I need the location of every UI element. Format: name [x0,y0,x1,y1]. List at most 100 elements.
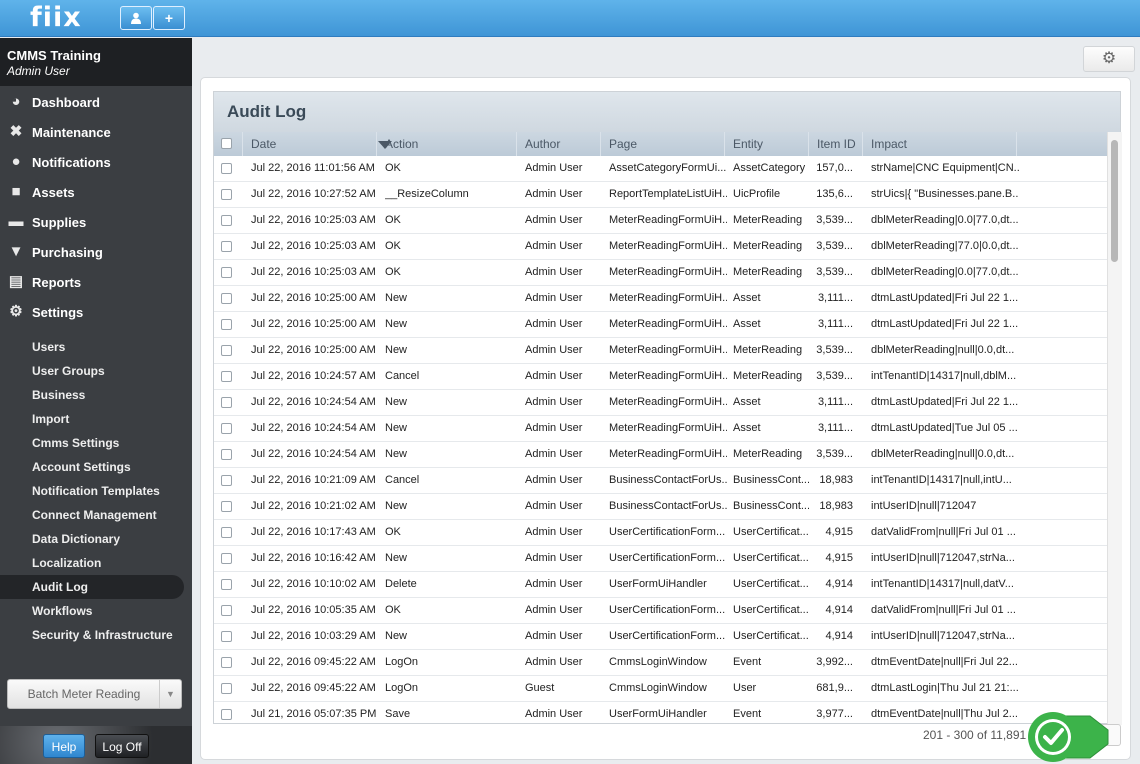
row-checkbox[interactable] [221,241,232,252]
row-checkbox[interactable] [221,475,232,486]
sidebar-item-label: Settings [32,304,84,320]
column-header-author[interactable]: Author [517,132,601,156]
add-button[interactable]: + [153,6,185,30]
table-row[interactable]: Jul 22, 2016 10:25:00 AM New Admin User Met… [214,338,1107,364]
fiix-logo[interactable]: fiix [30,2,82,33]
cell-author: Admin User [525,188,583,200]
row-checkbox[interactable] [221,215,232,226]
sidebar-item-workflows[interactable]: Workflows [0,599,184,623]
row-checkbox[interactable] [221,449,232,460]
cell-impact: intUserID|null|712047 [871,500,977,512]
vertical-scrollbar[interactable] [1107,132,1122,725]
row-checkbox[interactable] [221,267,232,278]
cell-impact: dtmEventDate|null|Thu Jul 2... [871,708,1018,720]
table-row[interactable]: Jul 22, 2016 10:25:03 AM OK Admin User Mete… [214,260,1107,286]
sidebar-item-import[interactable]: Import [0,407,184,431]
sidebar-item-settings[interactable]: ⚙ Settings [0,297,192,327]
table-row[interactable]: Jul 22, 2016 11:01:56 AM OK Admin User Asse… [214,156,1107,182]
table-row[interactable]: Jul 22, 2016 10:05:35 AM OK Admin User User… [214,598,1107,624]
cell-author: Admin User [525,396,583,408]
row-checkbox[interactable] [221,709,232,720]
table-row[interactable]: Jul 22, 2016 10:27:52 AM __ResizeColumn Ad… [214,182,1107,208]
user-profile-button[interactable] [120,6,152,30]
scrollbar-thumb[interactable] [1111,140,1118,262]
row-checkbox[interactable] [221,319,232,330]
sidebar-item-data-dictionary[interactable]: Data Dictionary [0,527,184,551]
row-checkbox[interactable] [221,189,232,200]
sidebar-item-maintenance[interactable]: ✖ Maintenance [0,117,192,147]
batch-meter-reading-button[interactable]: Batch Meter Reading ▼ [7,679,182,709]
sidebar-item-reports[interactable]: ▤ Reports [0,267,192,297]
row-checkbox[interactable] [221,345,232,356]
row-checkbox[interactable] [221,683,232,694]
row-checkbox[interactable] [221,631,232,642]
row-checkbox[interactable] [221,527,232,538]
sidebar-item-notification-templates[interactable]: Notification Templates [0,479,184,503]
row-checkbox[interactable] [221,605,232,616]
column-header-entity[interactable]: Entity [725,132,809,156]
table-row[interactable]: Jul 22, 2016 10:25:03 AM OK Admin User Mete… [214,208,1107,234]
row-checkbox[interactable] [221,163,232,174]
column-header-impact[interactable]: Impact [863,132,1017,156]
table-row[interactable]: Jul 22, 2016 10:10:02 AM Delete Admin User… [214,572,1107,598]
sidebar-item-purchasing[interactable]: ▼ Purchasing [0,237,192,267]
cell-entity: UserCertificat... [733,526,809,538]
table-row[interactable]: Jul 22, 2016 10:24:54 AM New Admin User Met… [214,416,1107,442]
sidebar-item-business[interactable]: Business [0,383,184,407]
table-row[interactable]: Jul 22, 2016 10:25:00 AM New Admin User Met… [214,312,1107,338]
sidebar-item-cmms-settings[interactable]: Cmms Settings [0,431,184,455]
cell-entity: MeterReading [733,448,803,460]
row-checkbox[interactable] [221,579,232,590]
sidebar-item-assets[interactable]: ■ Assets [0,177,192,207]
row-checkbox[interactable] [221,657,232,668]
sidebar-item-audit-log[interactable]: Audit Log [0,575,184,599]
chevron-down-icon[interactable]: ▼ [159,680,181,708]
sidebar-item-supplies[interactable]: ▬ Supplies [0,207,192,237]
column-header-action[interactable]: Action [377,132,517,156]
cell-impact: dblMeterReading|null|0.0,dt... [871,448,1015,460]
row-checkbox[interactable] [221,501,232,512]
table-row[interactable]: Jul 22, 2016 10:03:29 AM New Admin User Use… [214,624,1107,650]
cell-action: New [385,422,408,434]
row-checkbox[interactable] [221,371,232,382]
log-off-button[interactable]: Log Off [95,734,149,758]
sidebar-item-connect-management[interactable]: Connect Management [0,503,184,527]
column-header-item-id[interactable]: Item ID [809,132,863,156]
row-checkbox[interactable] [221,397,232,408]
cell-page: CmmsLoginWindow [609,682,707,694]
column-header-date[interactable]: Date [243,132,392,156]
row-checkbox[interactable] [221,553,232,564]
cell-entity: Event [733,656,762,668]
cell-item-id: 4,915 [825,526,853,538]
check-badge-icon[interactable] [1028,710,1118,764]
table-row[interactable]: Jul 22, 2016 09:45:22 AM LogOn Admin User C… [214,650,1107,676]
sidebar-item-account-settings[interactable]: Account Settings [0,455,184,479]
table-row[interactable]: Jul 21, 2016 05:07:35 PM Save Admin User Us… [214,702,1107,725]
sidebar-item-users[interactable]: Users [0,335,184,359]
sidebar-item-user-groups[interactable]: User Groups [0,359,184,383]
table-row[interactable]: Jul 22, 2016 09:45:22 AM LogOn Guest CmmsLo… [214,676,1107,702]
cell-date: Jul 22, 2016 10:25:03 AM [251,240,376,252]
column-header-page[interactable]: Page [601,132,725,156]
sidebar-item-localization[interactable]: Localization [0,551,184,575]
cell-action: OK [385,162,401,174]
table-row[interactable]: Jul 22, 2016 10:24:54 AM New Admin User Met… [214,390,1107,416]
sidebar-item-dashboard[interactable]: ◕ Dashboard [0,87,192,117]
row-checkbox[interactable] [221,423,232,434]
help-button[interactable]: Help [43,734,85,758]
table-row[interactable]: Jul 22, 2016 10:21:02 AM New Admin User Bus… [214,494,1107,520]
table-row[interactable]: Jul 22, 2016 10:16:42 AM New Admin User Use… [214,546,1107,572]
sidebar-item-security-infrastructure[interactable]: Security & Infrastructure [0,623,184,647]
page-settings-button[interactable]: ⚙ [1083,46,1135,72]
cell-item-id: 3,977... [816,708,853,720]
sidebar-item-notifications[interactable]: ● Notifications [0,147,192,177]
table-row[interactable]: Jul 22, 2016 10:21:09 AM Cancel Admin User… [214,468,1107,494]
cell-action: OK [385,240,401,252]
table-row[interactable]: Jul 22, 2016 10:24:57 AM Cancel Admin User… [214,364,1107,390]
row-checkbox[interactable] [221,293,232,304]
table-row[interactable]: Jul 22, 2016 10:17:43 AM OK Admin User User… [214,520,1107,546]
table-row[interactable]: Jul 22, 2016 10:24:54 AM New Admin User Met… [214,442,1107,468]
table-row[interactable]: Jul 22, 2016 10:25:00 AM New Admin User Met… [214,286,1107,312]
cell-entity: Asset [733,396,761,408]
table-row[interactable]: Jul 22, 2016 10:25:03 AM OK Admin User Mete… [214,234,1107,260]
